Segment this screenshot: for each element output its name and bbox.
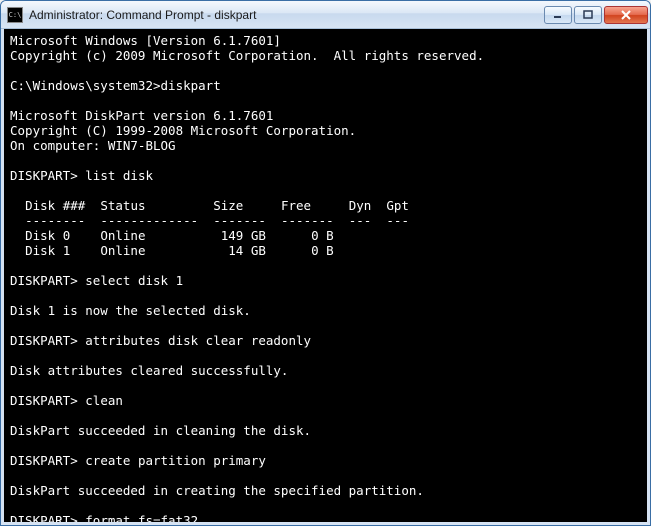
os-version-line: Microsoft Windows [Version 6.1.7601]	[10, 33, 281, 48]
prompt: DISKPART>	[10, 168, 78, 183]
th-size: Size	[213, 198, 243, 213]
prompt: DISKPART>	[10, 453, 78, 468]
td-free: 0 B	[311, 243, 334, 258]
msg-selected: Disk 1 is now the selected disk.	[10, 303, 251, 318]
command-text: clean	[85, 393, 123, 408]
td-disk: Disk 0	[25, 228, 70, 243]
td-size: 149 GB	[221, 228, 266, 243]
td-free: 0 B	[311, 228, 334, 243]
initial-command: diskpart	[161, 78, 221, 93]
close-button[interactable]	[604, 6, 648, 24]
td-size: 14 GB	[228, 243, 266, 258]
ul: --------	[25, 213, 85, 228]
ul: -------	[281, 213, 334, 228]
command-text: attributes disk clear readonly	[85, 333, 311, 348]
th-free: Free	[281, 198, 311, 213]
th-disk: Disk ###	[25, 198, 85, 213]
th-status: Status	[100, 198, 145, 213]
msg-clean-ok: DiskPart succeeded in cleaning the disk.	[10, 423, 311, 438]
ul: ---	[386, 213, 409, 228]
initial-prompt-path: C:\Windows\system32>	[10, 78, 161, 93]
ul: -------------	[100, 213, 198, 228]
console-area[interactable]: Microsoft Windows [Version 6.1.7601] Cop…	[1, 29, 650, 525]
prompt: DISKPART>	[10, 513, 78, 525]
th-dyn: Dyn	[349, 198, 372, 213]
diskpart-version: Microsoft DiskPart version 6.1.7601	[10, 108, 273, 123]
command-text: create partition primary	[85, 453, 266, 468]
td-status: Online	[100, 243, 145, 258]
command-text: select disk 1	[85, 273, 183, 288]
window-frame: C:\ Administrator: Command Prompt - disk…	[0, 0, 651, 526]
window-title: Administrator: Command Prompt - diskpart	[29, 8, 544, 22]
command-text: list disk	[85, 168, 153, 183]
os-copyright-line: Copyright (c) 2009 Microsoft Corporation…	[10, 48, 484, 63]
th-gpt: Gpt	[386, 198, 409, 213]
minimize-button[interactable]	[544, 6, 572, 24]
td-status: Online	[100, 228, 145, 243]
td-disk: Disk 1	[25, 243, 70, 258]
command-text: format fs=fat32	[85, 513, 198, 525]
msg-attr-cleared: Disk attributes cleared successfully.	[10, 363, 288, 378]
window-controls	[544, 6, 648, 24]
ul: -------	[213, 213, 266, 228]
prompt: DISKPART>	[10, 393, 78, 408]
prompt: DISKPART>	[10, 333, 78, 348]
cmd-icon: C:\	[7, 7, 23, 23]
prompt: DISKPART>	[10, 273, 78, 288]
diskpart-computer: On computer: WIN7-BLOG	[10, 138, 176, 153]
msg-partition-ok: DiskPart succeeded in creating the speci…	[10, 483, 424, 498]
maximize-button[interactable]	[574, 6, 602, 24]
titlebar[interactable]: C:\ Administrator: Command Prompt - disk…	[1, 1, 650, 29]
diskpart-copyright: Copyright (C) 1999-2008 Microsoft Corpor…	[10, 123, 356, 138]
ul: ---	[349, 213, 372, 228]
